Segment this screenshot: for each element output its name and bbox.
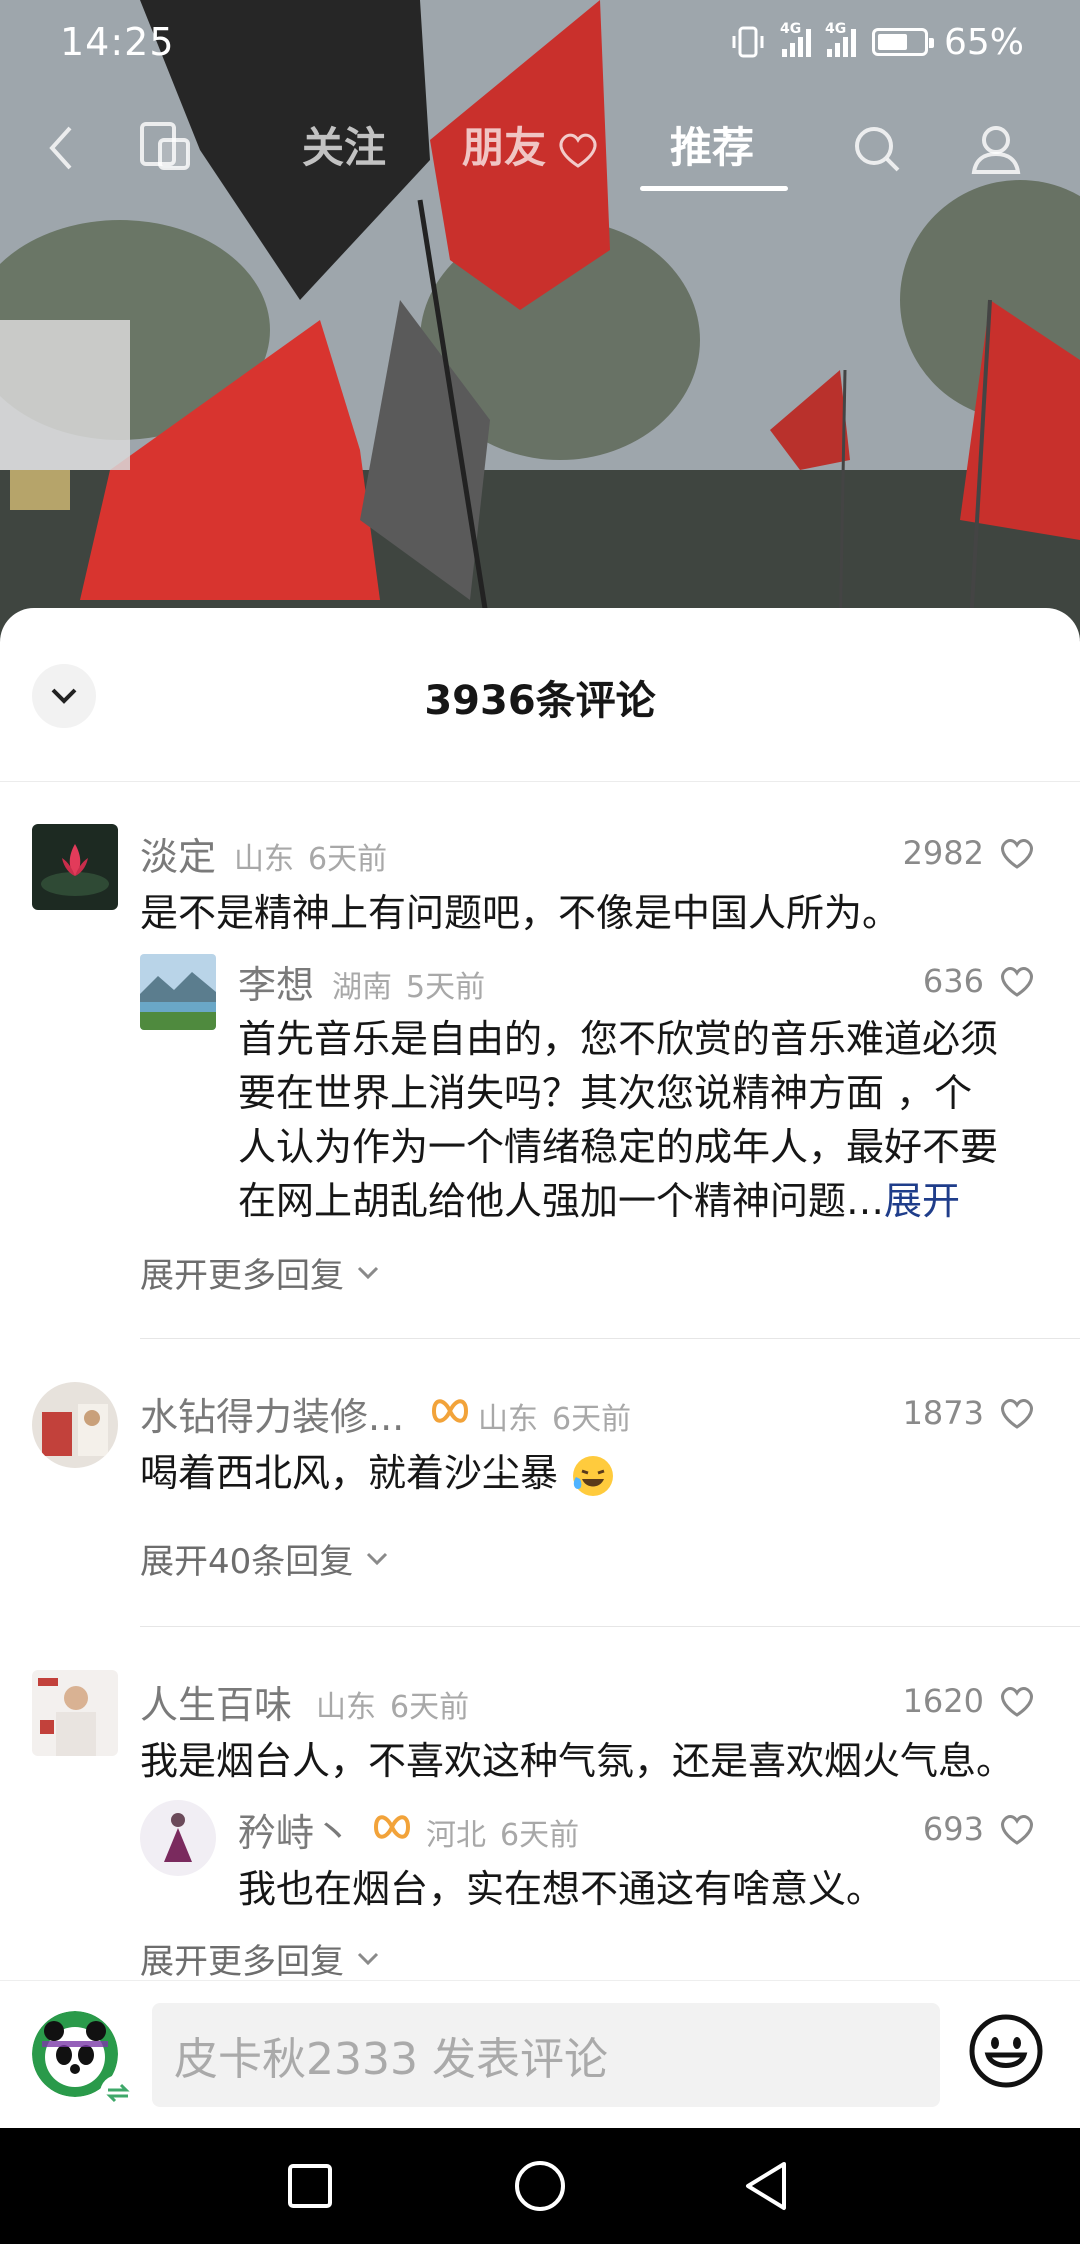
comment-author[interactable]: 淡定 [140,826,216,881]
dancer-avatar-image [140,1800,216,1876]
comment-location: 山东 [316,1690,376,1725]
comment-location: 山东 [478,1402,538,1437]
back-nav-icon[interactable] [740,2158,792,2214]
tab-following[interactable]: 关注 [302,114,386,175]
comment-time: 6天前 [308,842,388,877]
fan-badge-icon [431,1399,469,1423]
signal-2-icon: 4G [825,21,856,57]
friends-heart-icon [559,133,597,168]
status-bar: 14:25 4G 4G 65% [0,0,1080,84]
landscape-avatar-image [140,954,216,1030]
avatar[interactable] [32,824,118,910]
status-indicators: 4G 4G 65% [730,21,1024,63]
reply-location: 河北 [426,1818,486,1853]
comment-text: 喝着西北风，就着沙尘暴 [140,1446,616,1500]
divider [140,1338,1080,1339]
expand-link[interactable]: 展开 [884,1179,960,1223]
recent-apps-icon[interactable] [284,2158,336,2214]
comments-sheet: 3936条评论 淡定 山东 6天前 2982 是不是精神上有问题吧，不像是中国人… [0,608,1080,2128]
laugh-cry-emoji-icon [573,1455,614,1496]
status-time: 14:25 [60,20,175,64]
comments-header: 3936条评论 [0,608,1080,782]
heart-icon [1001,1687,1033,1717]
like-count: 1873 [902,1394,984,1432]
battery-percent: 65% [943,21,1024,63]
reply-avatar[interactable] [140,954,216,1030]
heart-icon [1001,1815,1033,1845]
vibrate-icon [732,26,764,58]
heart-icon [1001,967,1033,997]
comment-text: 我是烟台人，不喜欢这种气氛，还是喜欢烟火气息。 [140,1739,1015,1783]
top-navigation: 关注 朋友 推荐 [0,100,1080,200]
expand-more-replies[interactable]: 展开更多回复 [140,1248,380,1297]
like-button[interactable]: 1873 [903,1394,1036,1432]
multi-window-icon[interactable] [136,118,196,178]
reply-author[interactable]: 李想 [238,954,314,1009]
active-tab-indicator [640,186,788,191]
system-navigation-bar [0,2128,1080,2244]
reply-time: 6天前 [500,1818,580,1853]
comment-input[interactable]: 皮卡秋2333 发表评论 [152,2003,940,2107]
chevron-down-icon [357,1952,379,1965]
comment-input-bar: 皮卡秋2333 发表评论 [0,1980,1080,2128]
shop-avatar-image [32,1382,118,1468]
profile-icon[interactable] [968,118,1024,178]
like-count: 693 [922,1810,984,1848]
signal-1-icon: 4G [780,21,811,57]
switch-account-icon[interactable] [100,2075,136,2111]
battery-icon [871,28,934,56]
search-icon[interactable] [850,118,904,178]
divider [140,1626,1080,1627]
heart-icon [1001,839,1033,869]
back-icon[interactable] [44,118,80,178]
comment-time: 6天前 [552,1402,632,1437]
lotus-avatar-image [32,824,118,910]
comment-time: 6天前 [390,1690,470,1725]
like-button[interactable]: 693 [923,1810,1036,1848]
fan-badge-icon [373,1815,411,1839]
flags-scene-illustration [0,0,1080,640]
chevron-down-icon [357,1266,379,1279]
tab-friends[interactable]: 朋友 [462,114,546,175]
emoji-button[interactable] [966,2011,1046,2091]
portrait-avatar-image [32,1670,118,1756]
comment-author[interactable]: 人生百味 [140,1674,292,1729]
reply-time: 5天前 [406,970,486,1005]
like-count: 1620 [902,1682,984,1720]
like-count: 2982 [902,834,984,872]
video-background[interactable] [0,0,1080,640]
comment-location: 山东 [234,842,294,877]
expand-more-replies[interactable]: 展开40条回复 [140,1534,389,1583]
like-button[interactable]: 2982 [903,834,1036,872]
like-count: 636 [922,962,984,1000]
reply-text: 首先音乐是自由的，您不欣赏的音乐难道必须 要在世界上消失吗？其次您说精神方面 ，… [238,1017,999,1223]
avatar[interactable] [32,1382,118,1468]
comment-count-title: 3936条评论 [424,678,656,724]
app-screen: 14:25 4G 4G 65% 关注 朋友 推荐 3936条评论 淡定 山东 6… [0,0,1080,2244]
comment-text: 是不是精神上有问题吧，不像是中国人所为。 [140,891,901,935]
heart-icon [1001,1399,1033,1429]
reply-avatar[interactable] [140,1800,216,1876]
reply-location: 湖南 [332,970,392,1005]
reply-author[interactable]: 矜峙丶 [238,1802,352,1857]
tab-recommended[interactable]: 推荐 [670,114,754,175]
home-icon[interactable] [512,2158,568,2214]
like-button[interactable]: 636 [923,962,1036,1000]
chevron-down-icon [367,1552,388,1565]
comment-author[interactable]: 水钻得力装修... [140,1386,404,1441]
reply-text: 我也在烟台，实在想不通这有啥意义。 [238,1867,885,1911]
like-button[interactable]: 1620 [903,1682,1036,1720]
avatar[interactable] [32,1670,118,1756]
expand-more-replies[interactable]: 展开更多回复 [140,1934,380,1983]
